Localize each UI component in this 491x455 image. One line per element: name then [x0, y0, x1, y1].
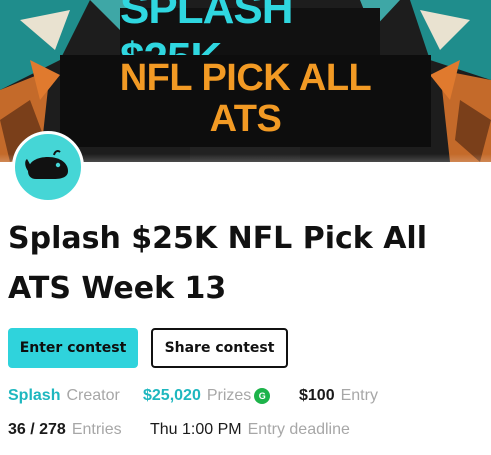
share-contest-button[interactable]: Share contest [151, 328, 288, 368]
creator-avatar[interactable] [12, 131, 84, 203]
banner-subheadline-line-2: ATS [209, 98, 282, 140]
creator-label: Creator [66, 387, 120, 404]
creator-name-link[interactable]: Splash [8, 387, 60, 405]
enter-contest-button[interactable]: Enter contest [8, 328, 138, 368]
whale-icon [25, 150, 68, 179]
entries-label: Entries [71, 421, 122, 438]
banner-subheadline-box: NFL PICK ALL ATS [60, 55, 431, 147]
entry-fee-value: $100 [299, 387, 335, 404]
entry-fee-stat: $100 Entry [299, 387, 378, 405]
banner-subheadline-line-1: NFL PICK ALL [119, 57, 372, 99]
contest-banner: SPLASH $25K NFL PICK ALL ATS [0, 0, 491, 162]
prizes-label: Prizes [206, 387, 252, 404]
prizes-stat: $25,020 Prizes G [143, 387, 271, 405]
deadline-label: Entry deadline [247, 421, 350, 438]
deadline-value: Thu 1:00 PM [150, 421, 242, 438]
deadline-stat: Thu 1:00 PM Entry deadline [150, 421, 350, 439]
banner-headline: SPLASH $25K [120, 0, 380, 83]
prizes-value: $25,020 [143, 387, 201, 404]
creator-stat: Splash Creator [8, 387, 120, 405]
entries-value: 36 / 278 [8, 421, 66, 438]
contest-title: Splash $25K NFL Pick All ATS Week 13 [8, 221, 427, 306]
guaranteed-icon: G [254, 388, 271, 404]
entries-stat: 36 / 278 Entries [8, 421, 122, 439]
entry-fee-label: Entry [340, 387, 378, 404]
